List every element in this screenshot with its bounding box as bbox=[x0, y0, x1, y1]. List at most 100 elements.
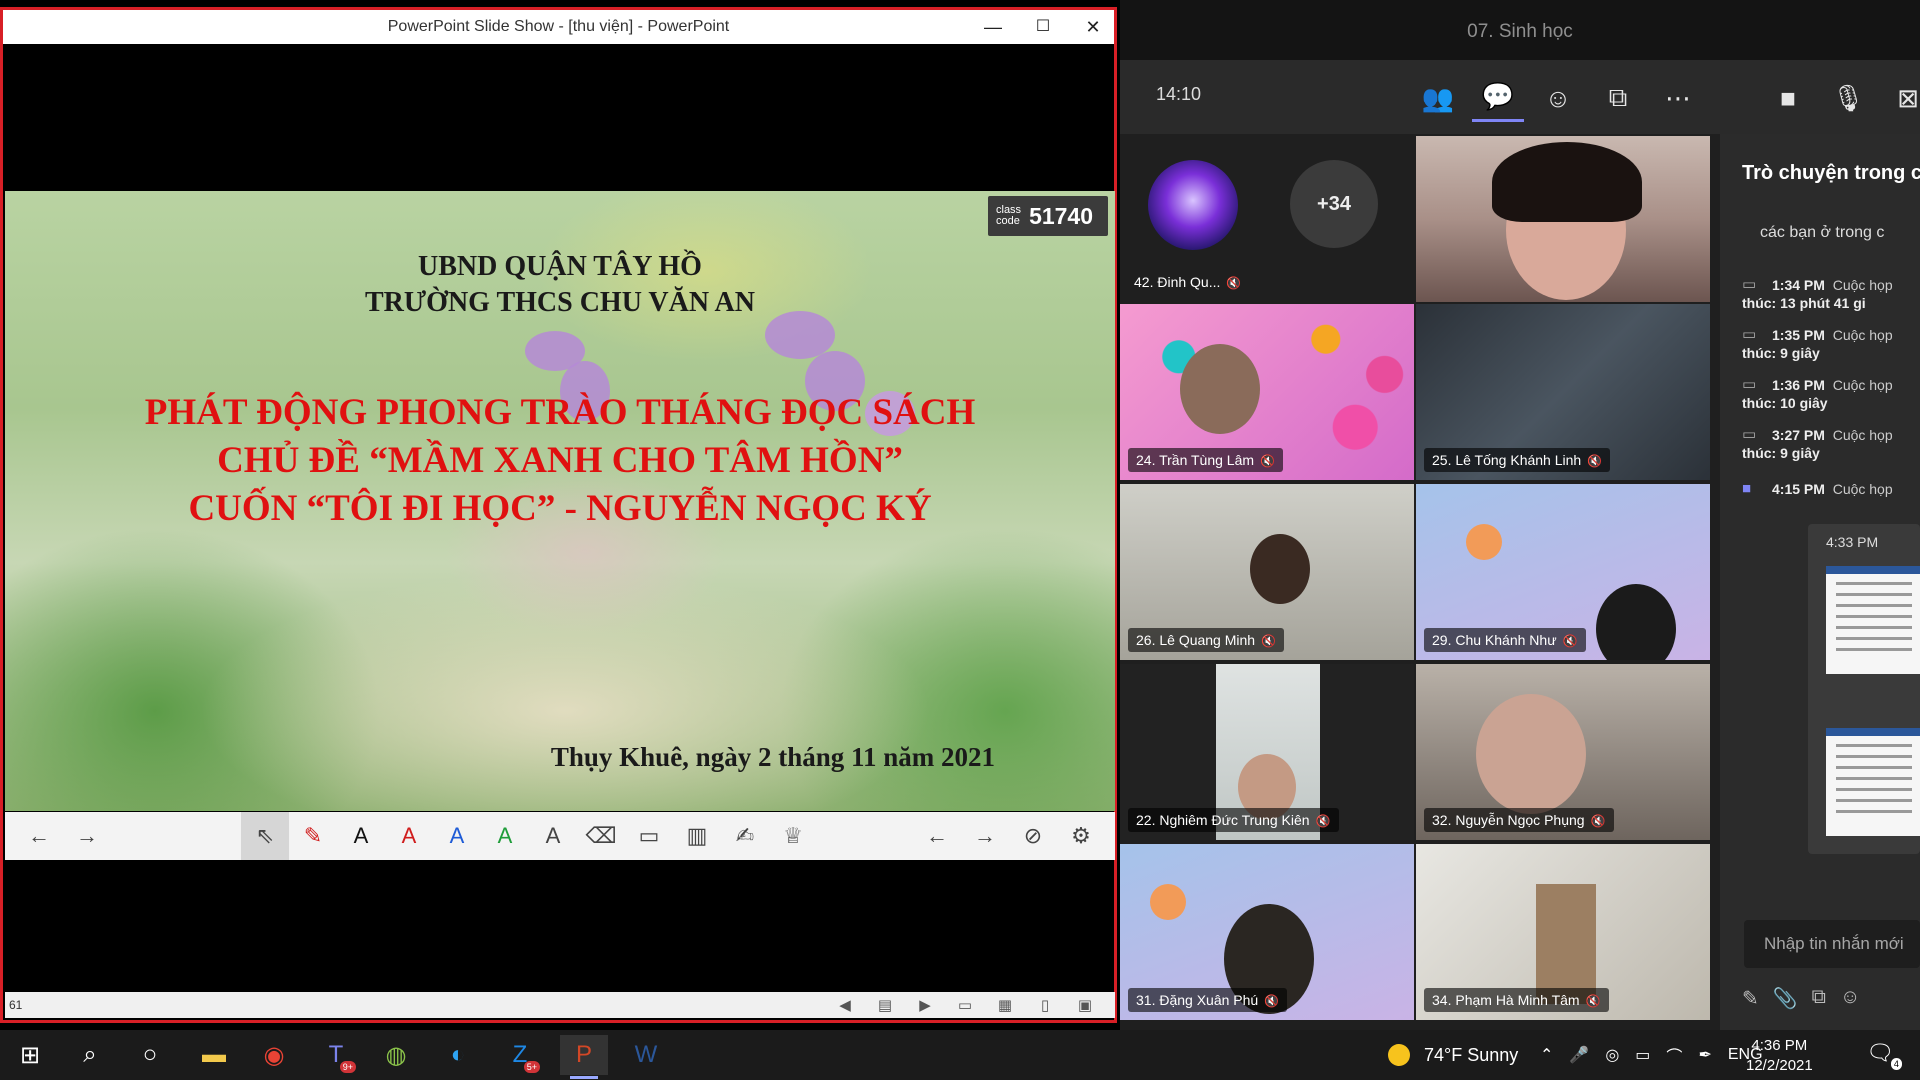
document-thumbnail[interactable] bbox=[1826, 566, 1920, 674]
muted-mic-icon: 🔇 bbox=[1264, 994, 1280, 1008]
pointer-arrow-icon[interactable]: ⇖ bbox=[241, 812, 289, 860]
chat-event-message: ▭ 1:36 PM Cuộc họp thúc: 10 giây bbox=[1742, 376, 1893, 411]
pen-tray-icon[interactable]: ✒ bbox=[1698, 1045, 1711, 1065]
participant-tile-26[interactable]: 26. Lê Quang Minh 🔇 bbox=[1120, 484, 1414, 660]
video-camera-icon: ▭ bbox=[1742, 426, 1757, 443]
participant-tile-24[interactable]: 24. Trần Tùng Lâm 🔇 bbox=[1120, 304, 1414, 480]
video-camera-icon: ▭ bbox=[1742, 276, 1757, 293]
pen-black-icon[interactable]: A bbox=[337, 812, 385, 860]
toolbar-prev-button[interactable]: ← bbox=[913, 812, 961, 860]
teams-icon[interactable]: T 9+ bbox=[312, 1035, 360, 1075]
reactions-icon[interactable]: ☺ bbox=[1532, 74, 1584, 122]
participant-tile-42[interactable]: 42. Đinh Qu... 🔇 +34 bbox=[1120, 136, 1414, 302]
format-icon[interactable]: ✎ bbox=[1742, 986, 1759, 1011]
zalo-icon[interactable]: Z 5+ bbox=[496, 1035, 544, 1075]
laser-pointer-icon[interactable]: ✎ bbox=[289, 812, 337, 860]
windows-start-icon[interactable]: ⊞ bbox=[6, 1035, 54, 1075]
minimize-button[interactable]: — bbox=[968, 10, 1018, 44]
muted-mic-icon: 🔇 bbox=[1590, 814, 1606, 828]
slide-org-line1: UBND QUẬN TÂY HỒ bbox=[418, 251, 702, 282]
chat-event-message: ▭ 1:34 PM Cuộc họp thúc: 13 phút 41 gi bbox=[1742, 276, 1893, 311]
camera-tray-icon[interactable]: ◎ bbox=[1605, 1045, 1619, 1065]
notifications-icon[interactable]: 🗨 4 bbox=[1866, 1040, 1902, 1070]
participant-tile-29[interactable]: 29. Chu Khánh Như 🔇 bbox=[1416, 484, 1710, 660]
slide-org-line2: TRƯỜNG THCS CHU VĂN AN bbox=[365, 287, 755, 318]
reading-view-icon[interactable]: ▯ bbox=[1025, 996, 1065, 1014]
meeting-title: 07. Sinh học bbox=[1120, 0, 1920, 60]
emoji-icon[interactable]: ☺ bbox=[1840, 986, 1860, 1011]
eraser-icon[interactable]: ⌫ bbox=[577, 812, 625, 860]
toolbar-settings-icon[interactable]: ⚙ bbox=[1057, 812, 1105, 860]
chat-image-message[interactable]: 4:33 PM bbox=[1808, 524, 1920, 854]
powerpoint-icon[interactable]: P bbox=[560, 1035, 608, 1079]
taskbar-clock[interactable]: 4:36 PM 12/2/2021 bbox=[1746, 1036, 1813, 1076]
participant-tile-25[interactable]: 25. Lê Tống Khánh Linh 🔇 bbox=[1416, 304, 1710, 480]
network-icon[interactable]: ⌒ bbox=[1666, 1043, 1682, 1067]
chat-message-input[interactable]: Nhập tin nhắn mới bbox=[1744, 920, 1920, 968]
participant-tile-32[interactable]: 32. Nguyễn Ngọc Phụng 🔇 bbox=[1416, 664, 1710, 840]
chat-icon[interactable]: 💬 bbox=[1472, 74, 1524, 122]
status-notes-icon[interactable]: ▤ bbox=[865, 996, 905, 1014]
slide-headline-2: CHỦ ĐỀ “MẦM XANH CHO TÂM HỒN” bbox=[217, 440, 903, 481]
search-icon[interactable]: ⌕ bbox=[66, 1035, 114, 1075]
coccoc-icon[interactable]: ◍ bbox=[372, 1035, 420, 1075]
prev-slide-button[interactable]: ← bbox=[15, 812, 63, 860]
ppt-title-bar[interactable]: PowerPoint Slide Show - [thu viện] - Pow… bbox=[3, 10, 1114, 44]
microphone-tray-icon[interactable]: 🎤 bbox=[1569, 1045, 1589, 1065]
slide-headline-1: PHÁT ĐỘNG PHONG TRÀO THÁNG ĐỌC SÁCH bbox=[144, 392, 976, 433]
maximize-button[interactable]: ☐ bbox=[1018, 10, 1068, 44]
chrome-icon[interactable]: ◉ bbox=[250, 1035, 298, 1075]
toolbar-next-button[interactable]: → bbox=[961, 812, 1009, 860]
chat-preview-message[interactable]: các bạn ở trong c bbox=[1760, 224, 1884, 242]
hide-ink-icon[interactable]: ⊘ bbox=[1009, 812, 1057, 860]
weather-widget[interactable]: 74°F Sunny bbox=[1388, 1030, 1518, 1080]
attach-icon[interactable]: 📎 bbox=[1773, 986, 1798, 1011]
highlighter-icon[interactable]: A bbox=[529, 812, 577, 860]
whiteboard-icon[interactable]: ▭ bbox=[625, 812, 673, 860]
meeting-controls-bar: 14:10 👥 💬 ☺ ⧉ ⋯ ■ 🎙 ⊠ bbox=[1120, 60, 1920, 134]
windows-taskbar: ⊞ ⌕ ○ ▬ ◉ T 9+ ◍ ◐ Z 5+ P W 74°F Sunny ⌃ 🎤… bbox=[0, 1030, 1920, 1080]
chart-tool-icon[interactable]: ▥ bbox=[673, 812, 721, 860]
pen-green-icon[interactable]: A bbox=[481, 812, 529, 860]
status-next-icon[interactable]: ▶ bbox=[905, 996, 945, 1014]
slide-number: 61 bbox=[9, 998, 23, 1012]
participant-tile-teacher[interactable] bbox=[1416, 136, 1710, 302]
slide-canvas[interactable]: UBND QUẬN TÂY HỒ TRƯỜNG THCS CHU VĂN AN … bbox=[5, 191, 1115, 811]
pen-red-icon[interactable]: A bbox=[385, 812, 433, 860]
close-button[interactable]: ✕ bbox=[1068, 10, 1118, 44]
participant-name: 31. Đặng Xuân Phú 🔇 bbox=[1128, 988, 1288, 1012]
participant-tile-31[interactable]: 31. Đặng Xuân Phú 🔇 bbox=[1120, 844, 1414, 1020]
more-actions-icon[interactable]: ⋯ bbox=[1652, 74, 1704, 122]
more-participants-button[interactable]: +34 bbox=[1290, 160, 1378, 248]
participant-tile-34[interactable]: 34. Phạm Hà Minh Tâm 🔇 bbox=[1416, 844, 1710, 1020]
camera-icon[interactable]: ■ bbox=[1762, 74, 1814, 122]
battery-icon[interactable]: ▭ bbox=[1635, 1045, 1650, 1065]
participants-icon[interactable]: 👥 bbox=[1412, 74, 1464, 122]
sorter-view-icon[interactable]: ▦ bbox=[985, 996, 1025, 1014]
normal-view-icon[interactable]: ▭ bbox=[945, 996, 985, 1014]
trophy-icon[interactable]: ♕ bbox=[769, 812, 817, 860]
participant-name: 42. Đinh Qu... 🔇 bbox=[1134, 274, 1242, 290]
edge-icon[interactable]: ◐ bbox=[434, 1035, 482, 1075]
signature-icon[interactable]: ✍ bbox=[721, 812, 769, 860]
slide-headline-3: CUỐN “TÔI ĐI HỌC” - NGUYỄN NGỌC KÝ bbox=[188, 488, 932, 529]
chat-title: Trò chuyện trong c bbox=[1742, 162, 1920, 184]
rooms-icon[interactable]: ⧉ bbox=[1592, 74, 1644, 122]
decor-flower bbox=[1150, 884, 1186, 920]
file-explorer-icon[interactable]: ▬ bbox=[190, 1035, 238, 1075]
microphone-icon[interactable]: 🎙 bbox=[1822, 74, 1874, 122]
document-thumbnail[interactable] bbox=[1826, 728, 1920, 836]
loop-icon[interactable]: ⧉ bbox=[1812, 986, 1826, 1011]
participant-tile-22[interactable]: 22. Nghiêm Đức Trung Kiên 🔇 bbox=[1120, 664, 1414, 840]
pen-blue-icon[interactable]: A bbox=[433, 812, 481, 860]
slideshow-toolbar: ← → ⇖ ✎ A A A A A ⌫ ▭ ▥ ✍ ♕ ← → ⊘ ⚙ bbox=[5, 812, 1115, 860]
word-icon[interactable]: W bbox=[622, 1035, 670, 1075]
next-slide-button[interactable]: → bbox=[63, 812, 111, 860]
share-screen-icon[interactable]: ⊠ bbox=[1882, 74, 1920, 122]
sun-icon bbox=[1388, 1044, 1410, 1066]
task-view-icon[interactable]: ○ bbox=[126, 1035, 174, 1075]
class-code-value: 51740 bbox=[1029, 202, 1094, 229]
slideshow-view-icon[interactable]: ▣ bbox=[1065, 996, 1105, 1014]
status-prev-icon[interactable]: ◀ bbox=[825, 996, 865, 1014]
chevron-up-icon[interactable]: ⌃ bbox=[1540, 1045, 1553, 1065]
